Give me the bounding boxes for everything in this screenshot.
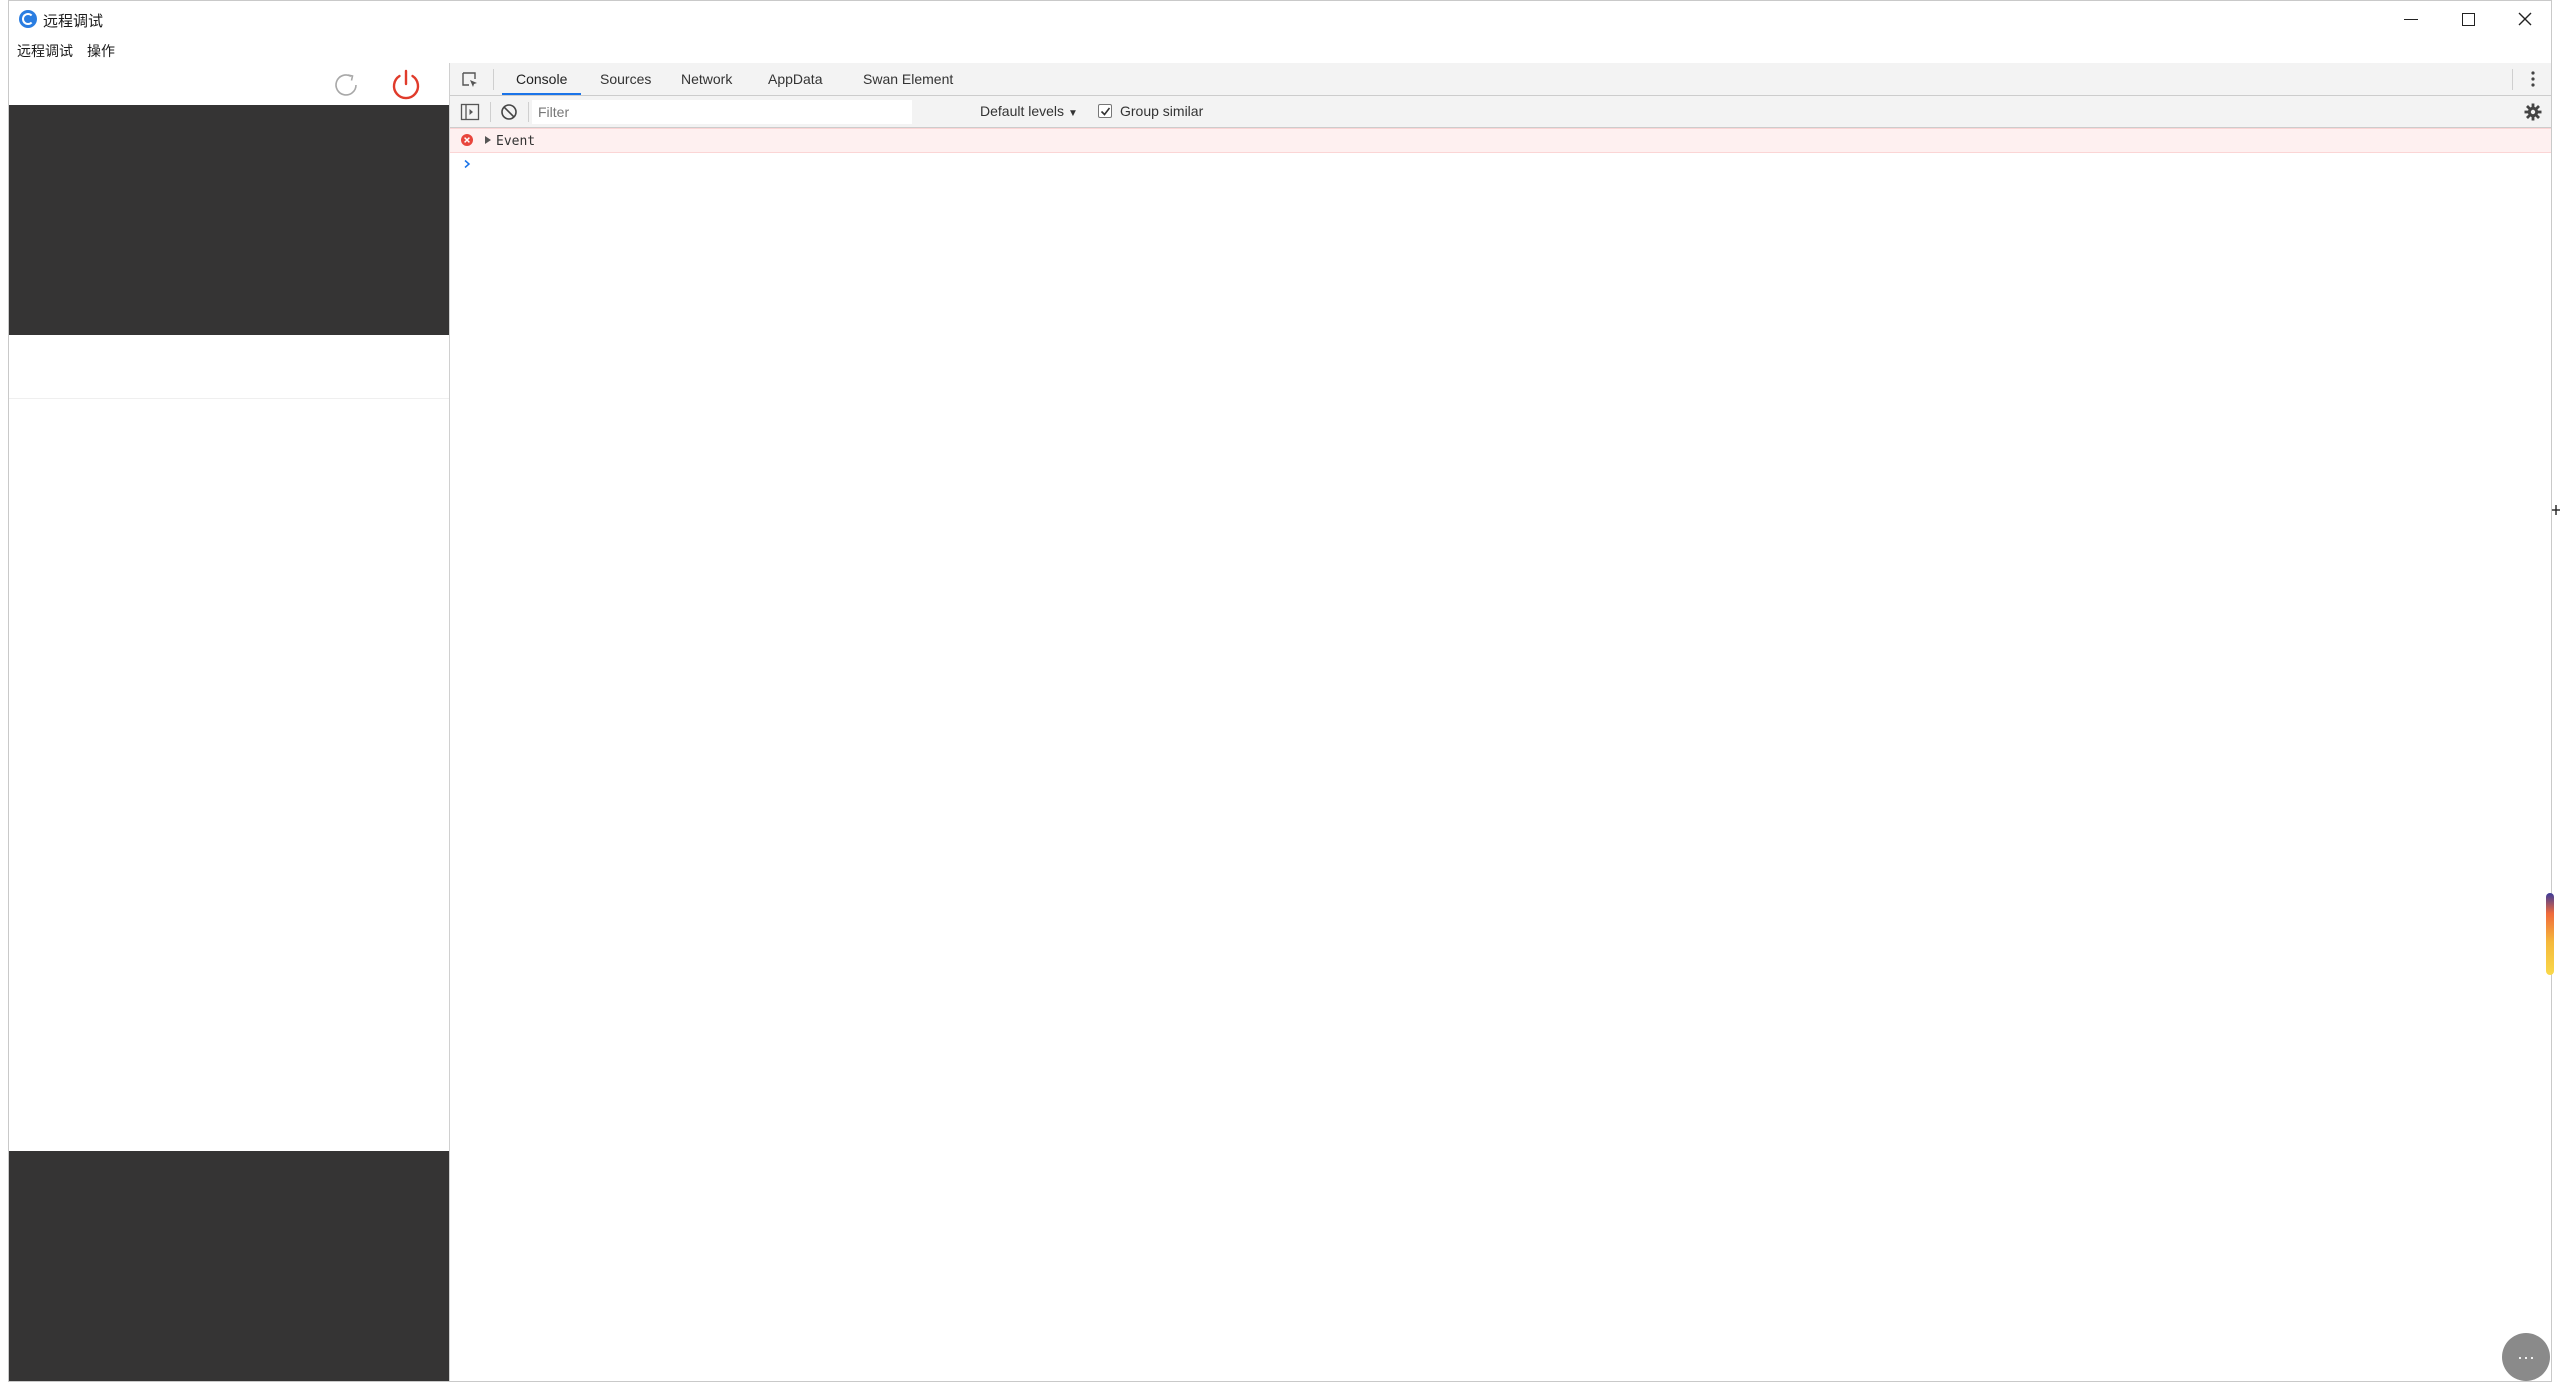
app-logo-icon <box>19 10 37 28</box>
inspect-element-button[interactable] <box>460 70 480 90</box>
tab-sources[interactable]: Sources <box>600 63 651 95</box>
power-button[interactable] <box>389 67 423 101</box>
console-settings-button[interactable] <box>2523 102 2543 122</box>
resize-handle[interactable] <box>2552 503 2560 515</box>
log-levels-label: Default levels <box>980 103 1065 119</box>
phone-navigation-row <box>9 335 449 399</box>
minimize-button[interactable] <box>2383 1 2439 37</box>
clear-icon <box>501 104 517 120</box>
tab-appdata[interactable]: AppData <box>768 63 822 95</box>
maximize-icon <box>2461 12 2475 26</box>
menu-bar: 远程调试 操作 <box>9 39 121 63</box>
phone-screen-content <box>9 335 449 1151</box>
tab-console[interactable]: Console <box>502 63 582 95</box>
divider <box>528 102 529 122</box>
tab-network[interactable]: Network <box>681 63 732 95</box>
devtools-tab-bar: Console Sources Network AppData Swan Ele… <box>450 63 2551 96</box>
filter-input[interactable] <box>532 100 912 124</box>
close-button[interactable] <box>2497 1 2553 37</box>
expand-triangle-icon[interactable] <box>483 135 493 145</box>
phone-status-header <box>9 105 449 335</box>
group-similar-checkbox[interactable] <box>1098 104 1112 118</box>
checkmark-icon <box>1100 107 1110 116</box>
devtools-panel: Console Sources Network AppData Swan Ele… <box>449 63 2551 1381</box>
app-window: 远程调试 远程调试 操作 Console Sources Network App… <box>8 0 2552 1382</box>
device-preview-pane <box>9 63 449 1381</box>
clear-console-button[interactable] <box>500 103 518 121</box>
close-icon <box>2518 12 2532 26</box>
floating-more-button[interactable]: ··· <box>2502 1333 2550 1381</box>
group-similar-label[interactable]: Group similar <box>1120 96 1203 127</box>
toggle-sidebar-button[interactable] <box>460 103 480 121</box>
title-bar: 远程调试 <box>9 1 2551 37</box>
console-output: Event <box>450 128 2551 1381</box>
gear-icon <box>2524 103 2542 121</box>
prompt-chevron-icon <box>464 159 471 169</box>
sidebar-icon <box>460 103 480 121</box>
preview-toolbar <box>9 63 449 105</box>
floating-side-indicator[interactable] <box>2546 893 2554 975</box>
kebab-menu-icon <box>2531 71 2535 87</box>
console-error-message[interactable]: Event <box>450 128 2551 153</box>
divider <box>493 69 494 90</box>
divider <box>490 102 491 122</box>
inspect-icon <box>462 72 477 87</box>
phone-bottom-area <box>9 1151 449 1381</box>
console-prompt[interactable] <box>450 153 2551 175</box>
refresh-icon <box>335 74 357 96</box>
desktop-background <box>0 0 8 1390</box>
console-toolbar: Default levels▼ Group similar <box>450 96 2551 128</box>
refresh-button[interactable] <box>330 69 362 101</box>
power-icon <box>392 69 420 100</box>
error-icon <box>461 134 473 146</box>
minimize-icon <box>2404 18 2418 20</box>
error-message-text: Event <box>496 134 536 149</box>
more-options-button[interactable] <box>2523 69 2543 89</box>
tab-swan-element[interactable]: Swan Element <box>863 63 953 95</box>
divider <box>2512 69 2513 90</box>
menu-remote-debug[interactable]: 远程调试 <box>9 41 79 61</box>
maximize-button[interactable] <box>2440 1 2496 37</box>
window-title: 远程调试 <box>43 13 104 30</box>
chevron-down-icon: ▼ <box>1068 108 1078 119</box>
menu-operations[interactable]: 操作 <box>79 41 121 61</box>
log-levels-dropdown[interactable]: Default levels ▼ <box>980 96 1078 127</box>
